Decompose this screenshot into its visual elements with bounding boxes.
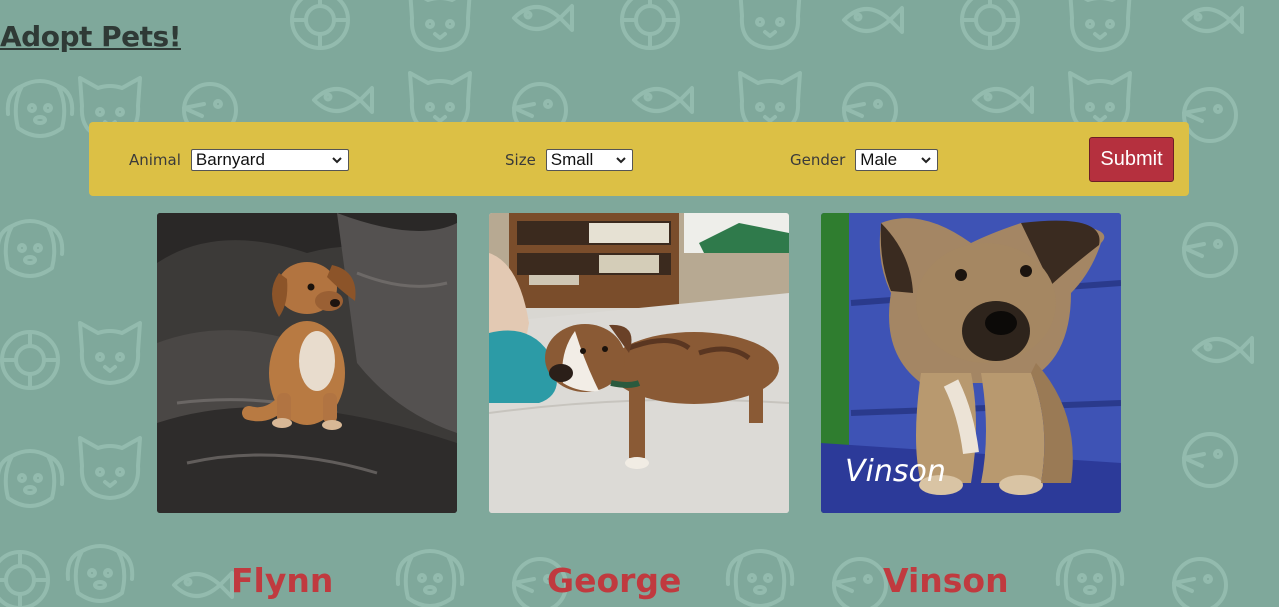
pet-name-george[interactable]: George (547, 561, 681, 600)
pet-name-vinson[interactable]: Vinson (883, 561, 1009, 600)
pet-photo-george[interactable] (489, 213, 789, 513)
animal-filter-label: Animal (129, 151, 181, 169)
gender-select[interactable]: Male (855, 149, 939, 171)
size-select[interactable]: Small (545, 149, 633, 171)
chevron-down-icon (616, 157, 626, 164)
flynn-photo-illustration (157, 213, 457, 513)
vinson-photo-caption: Vinson (845, 454, 946, 489)
pet-name-flynn[interactable]: Flynn (231, 561, 333, 600)
pet-photo-flynn[interactable] (157, 213, 457, 513)
submit-button[interactable]: Submit (1089, 137, 1174, 182)
animal-select[interactable]: Barnyard (190, 149, 349, 171)
pet-photo-vinson[interactable]: Vinson (821, 213, 1121, 513)
chevron-down-icon (921, 157, 931, 164)
pet-filter-form: Animal Barnyard Size Small Gender Male S… (89, 122, 1189, 196)
size-filter-label: Size (505, 151, 536, 169)
animal-select-value: Barnyard (195, 150, 265, 169)
chevron-down-icon (332, 157, 342, 164)
animal-filter: Animal Barnyard (129, 148, 349, 172)
gender-filter: Gender Male (790, 148, 939, 172)
page-title-link[interactable]: Adopt Pets! (0, 20, 181, 53)
gender-select-value: Male (860, 150, 898, 169)
george-photo-illustration (489, 213, 789, 513)
size-select-value: Small (550, 150, 594, 169)
size-filter: Size Small (505, 148, 633, 172)
gender-filter-label: Gender (790, 151, 846, 169)
vinson-photo-illustration: Vinson (821, 213, 1121, 513)
